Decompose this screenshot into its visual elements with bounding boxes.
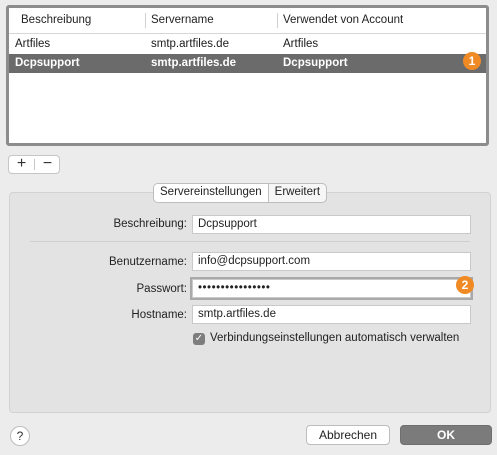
- remove-server-button[interactable]: −: [35, 156, 60, 173]
- cell-account: Artfiles: [283, 38, 319, 50]
- cancel-button[interactable]: Abbrechen: [306, 425, 390, 445]
- column-separator: [277, 13, 278, 28]
- tab-servereinstellungen[interactable]: Servereinstellungen: [154, 184, 269, 202]
- help-button[interactable]: ?: [10, 426, 30, 446]
- cell-servername: smtp.artfiles.de: [151, 38, 229, 50]
- column-header-servername[interactable]: Servername: [151, 8, 214, 33]
- benutzername-label: Benutzername:: [109, 256, 187, 268]
- add-remove-control: + −: [8, 155, 60, 174]
- table-header: Beschreibung Servername Verwendet von Ac…: [9, 8, 486, 34]
- tab-bar: Servereinstellungen Erweitert: [153, 183, 328, 203]
- tab-erweitert[interactable]: Erweitert: [269, 184, 326, 202]
- hostname-label: Hostname:: [131, 309, 187, 321]
- benutzername-field[interactable]: info@dcpsupport.com: [192, 252, 471, 271]
- cell-servername: smtp.artfiles.de: [151, 57, 236, 69]
- ok-button[interactable]: OK: [400, 425, 492, 445]
- table-row[interactable]: Artfiles smtp.artfiles.de Artfiles: [9, 35, 486, 54]
- auto-settings-label[interactable]: Verbindungseinstellungen automatisch ver…: [210, 332, 459, 344]
- step-marker-2: 2: [456, 276, 474, 294]
- cell-beschreibung: Dcpsupport: [15, 57, 80, 69]
- beschreibung-label: Beschreibung:: [113, 218, 187, 230]
- divider: [30, 241, 470, 242]
- add-server-button[interactable]: +: [9, 156, 34, 173]
- table-row-selected[interactable]: Dcpsupport smtp.artfiles.de Dcpsupport: [9, 54, 486, 73]
- beschreibung-field[interactable]: Dcpsupport: [192, 215, 471, 234]
- passwort-label: Passwort:: [136, 283, 188, 295]
- cell-account: Dcpsupport: [283, 57, 348, 69]
- column-header-beschreibung[interactable]: Beschreibung: [21, 8, 91, 33]
- auto-settings-checkbox[interactable]: ✓: [193, 333, 205, 345]
- hostname-field[interactable]: smtp.artfiles.de: [192, 305, 471, 324]
- cell-beschreibung: Artfiles: [15, 38, 51, 50]
- passwort-field[interactable]: ••••••••••••••••: [190, 277, 473, 300]
- step-marker-1: 1: [463, 52, 481, 70]
- column-header-account[interactable]: Verwendet von Account: [283, 8, 403, 33]
- column-separator: [145, 13, 146, 28]
- smtp-server-table[interactable]: Beschreibung Servername Verwendet von Ac…: [6, 5, 489, 146]
